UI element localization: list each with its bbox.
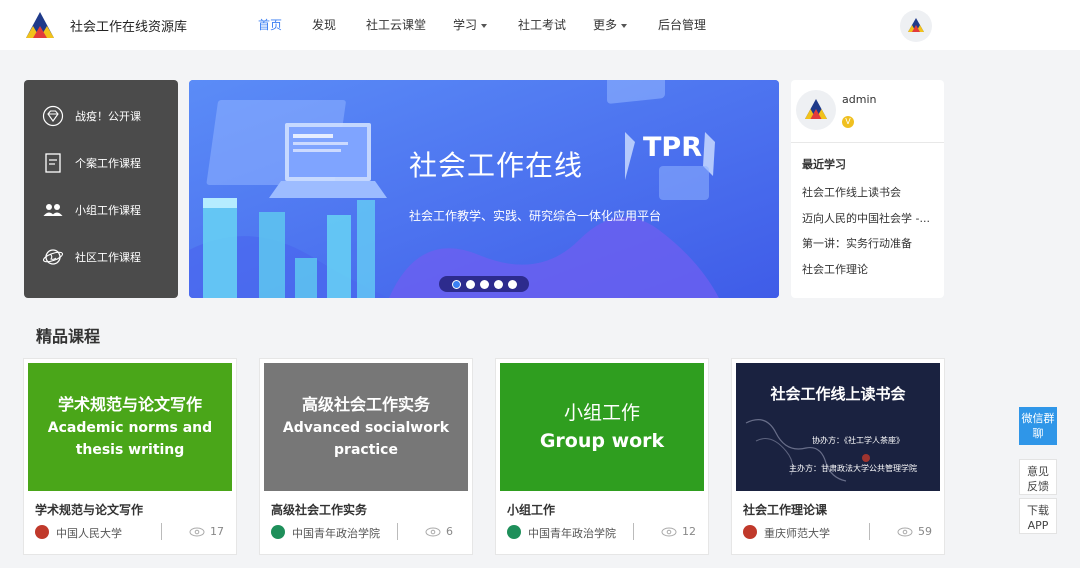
view-count: 59 [918,525,932,538]
divider [397,523,398,540]
recent-item[interactable]: 社会工作理论 [802,261,937,277]
eye-icon [425,527,441,537]
nav-item-home[interactable]: 首页 [258,0,312,50]
banner-illustration [189,80,779,298]
carousel-dot-5[interactable] [507,279,517,289]
course-name[interactable]: 小组工作 [507,501,555,518]
user-avatar[interactable] [900,10,932,42]
school-name[interactable]: 中国青年政治学院 [292,525,380,541]
wechat-group-button[interactable]: 微信群聊 [1019,407,1057,445]
chevron-down-icon [621,23,628,28]
carousel-indicator [439,276,529,292]
course-name[interactable]: 学术规范与论文写作 [35,501,143,518]
avatar-logo-icon [908,18,924,32]
course-card[interactable]: 高级社会工作实务 Advanced socialwork practice 高级… [259,358,473,555]
cover-co-organizer: 协办方：《社工学人茶座》 [812,436,904,445]
view-count: 12 [682,525,696,538]
side-item-epidemic-course[interactable]: 战疫！公开课 [24,101,178,131]
user-name[interactable]: admin [842,93,876,106]
cover-title-en: Advanced socialwork practice [282,419,450,458]
side-item-casework-course[interactable]: 个案工作课程 [24,148,178,178]
nav-item-exam[interactable]: 社工考试 [518,0,593,50]
cover-title-cn: 高级社会工作实务 [301,394,430,414]
banner-title: 社会工作在线 [409,149,584,182]
category-side-menu: 战疫！公开课 个案工作课程 小组工作课程 社区工作课程 [24,80,178,298]
divider [633,523,634,540]
banner-tpr-logo: TPR [643,132,702,163]
carousel-dot-3[interactable] [479,279,489,289]
top-header: 社会工作在线资源库 首页 发现 社工云课堂 学习 社工考试 更多 后台管理 [0,0,1080,50]
chevron-down-icon [481,23,488,28]
school-name[interactable]: 重庆师范大学 [764,525,830,541]
eye-icon [661,527,677,537]
globe-icon [42,249,64,265]
school-name[interactable]: 中国人民大学 [56,525,122,541]
side-item-groupwork-course[interactable]: 小组工作课程 [24,195,178,225]
recent-item[interactable]: 迈向人民的中国社会学 -... [802,210,937,226]
course-cover[interactable]: 社会工作线上读书会 协办方：《社工学人茶座》 主办方：甘肃政法大学公共管理学院 [736,363,940,491]
site-title[interactable]: 社会工作在线资源库 [70,16,187,35]
nav-item-more[interactable]: 更多 [593,0,658,50]
view-count: 17 [210,525,224,538]
user-card: admin V 最近学习 社会工作线上读书会 迈向人民的中国社会学 -... 第… [791,80,944,298]
carousel-dot-2[interactable] [465,279,475,289]
course-cover[interactable]: 学术规范与论文写作 Academic norms and thesis writ… [28,363,232,491]
nav-item-cloud-class[interactable]: 社工云课堂 [366,0,453,50]
nav-item-learn[interactable]: 学习 [453,0,518,50]
recent-item[interactable]: 第一讲：实务行动准备 [802,235,937,251]
carousel-dot-4[interactable] [493,279,503,289]
school-logo-icon [507,525,521,539]
cover-organizer: 主办方：甘肃政法大学公共管理学院 [789,464,917,473]
cover-title-cn: 小组工作 [563,402,640,424]
section-title: 精品课程 [36,327,101,346]
nav-item-discover[interactable]: 发现 [312,0,366,50]
course-cover[interactable]: 高级社会工作实务 Advanced socialwork practice [264,363,468,491]
recent-item[interactable]: 社会工作线上读书会 [802,184,937,200]
recent-learning-title: 最近学习 [802,158,846,171]
document-icon [45,153,61,173]
group-icon [43,204,63,216]
school-logo-icon [35,525,49,539]
school-logo-icon [271,525,285,539]
cover-title-cn: 学术规范与论文写作 [57,394,202,414]
banner-subtitle: 社会工作教学、实践、研究综合一体化应用平台 [409,209,662,223]
carousel-dot-1[interactable] [451,279,461,289]
feedback-button[interactable]: 意见反馈 [1019,459,1057,495]
cover-title-cn: 社会工作线上读书会 [770,385,906,403]
site-logo-icon[interactable] [24,10,56,40]
cover-title-en: Group work [539,430,665,452]
side-item-community-course[interactable]: 社区工作课程 [24,242,178,272]
divider [869,523,870,540]
diamond-icon [42,105,64,127]
school-name[interactable]: 中国青年政治学院 [528,525,616,541]
course-name[interactable]: 高级社会工作实务 [271,501,367,518]
user-card-avatar[interactable] [796,90,836,130]
eye-icon [897,527,913,537]
vip-badge-icon: V [842,116,854,128]
school-logo-icon [743,525,757,539]
eye-icon [189,527,205,537]
main-nav: 首页 发现 社工云课堂 学习 社工考试 更多 后台管理 [258,0,728,50]
course-name[interactable]: 社会工作理论课 [743,501,827,518]
cover-title-en: Academic norms and thesis writing [47,419,213,458]
hero-banner[interactable]: TPR 社会工作在线 社会工作教学、实践、研究综合一体化应用平台 [189,80,779,298]
nav-item-admin[interactable]: 后台管理 [658,0,728,50]
course-card[interactable]: 学术规范与论文写作 Academic norms and thesis writ… [23,358,237,555]
download-app-button[interactable]: 下载APP [1019,498,1057,534]
course-card[interactable]: 小组工作 Group work 小组工作 中国青年政治学院 12 [495,358,709,555]
avatar-logo-icon [805,99,827,119]
view-count: 6 [446,525,453,538]
course-card[interactable]: 社会工作线上读书会 协办方：《社工学人茶座》 主办方：甘肃政法大学公共管理学院 … [731,358,945,555]
divider [161,523,162,540]
course-cover[interactable]: 小组工作 Group work [500,363,704,491]
divider [791,142,944,143]
